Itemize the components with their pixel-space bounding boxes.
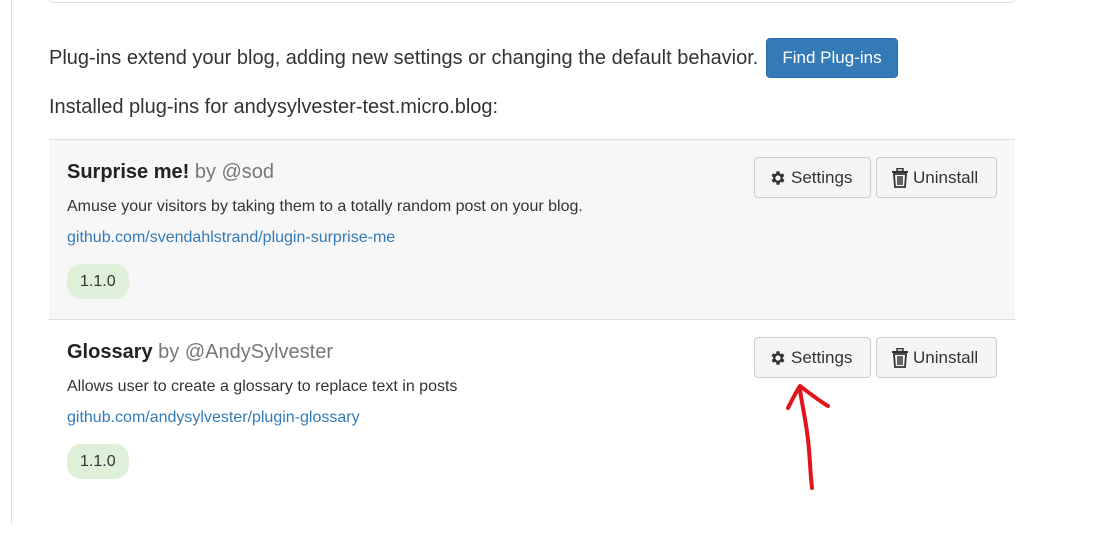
- uninstall-button[interactable]: Uninstall: [876, 337, 997, 378]
- settings-label: Settings: [791, 347, 853, 367]
- gear-icon: [769, 169, 787, 187]
- plugin-title: Surprise me! by @sod: [67, 161, 274, 184]
- gear-icon: [769, 349, 787, 367]
- intro-text: Plug-ins extend your blog, adding new se…: [49, 46, 759, 69]
- plugin-repo-link[interactable]: github.com/andysylvester/plugin-glossary: [67, 409, 360, 427]
- version-badge: 1.1.0: [67, 264, 129, 299]
- version-badge: 1.1.0: [67, 444, 129, 479]
- uninstall-label: Uninstall: [913, 167, 979, 187]
- left-border: [11, 0, 12, 524]
- plugin-title: Glossary by @AndySylvester: [67, 341, 333, 364]
- red-arrow-annotation: [786, 384, 830, 490]
- plugin-card-glossary: Glossary by @AndySylvester Allows user t…: [49, 319, 1015, 500]
- settings-button[interactable]: Settings: [754, 337, 871, 378]
- uninstall-button[interactable]: Uninstall: [876, 157, 997, 198]
- plugin-card-surprise-me: Surprise me! by @sod Amuse your visitors…: [49, 139, 1015, 320]
- plugins-intro: Plug-ins extend your blog, adding new se…: [49, 38, 898, 78]
- previous-panel-edge: [49, 0, 1015, 3]
- plugin-name: Glossary: [67, 341, 153, 363]
- settings-label: Settings: [791, 167, 853, 187]
- find-plugins-button[interactable]: Find Plug-ins: [766, 38, 898, 78]
- installed-heading: Installed plug-ins for andysylvester-tes…: [49, 96, 499, 118]
- trash-icon: [891, 347, 909, 368]
- plugin-author: by @sod: [194, 161, 275, 183]
- plugin-repo-link[interactable]: github.com/svendahlstrand/plugin-surpris…: [67, 229, 395, 247]
- uninstall-label: Uninstall: [913, 347, 979, 367]
- plugin-description: Amuse your visitors by taking them to a …: [67, 198, 583, 215]
- plugin-name: Surprise me!: [67, 161, 190, 183]
- plugin-description: Allows user to create a glossary to repl…: [67, 378, 458, 395]
- trash-icon: [891, 167, 909, 188]
- plugin-author: by @AndySylvester: [158, 341, 333, 363]
- settings-button[interactable]: Settings: [754, 157, 871, 198]
